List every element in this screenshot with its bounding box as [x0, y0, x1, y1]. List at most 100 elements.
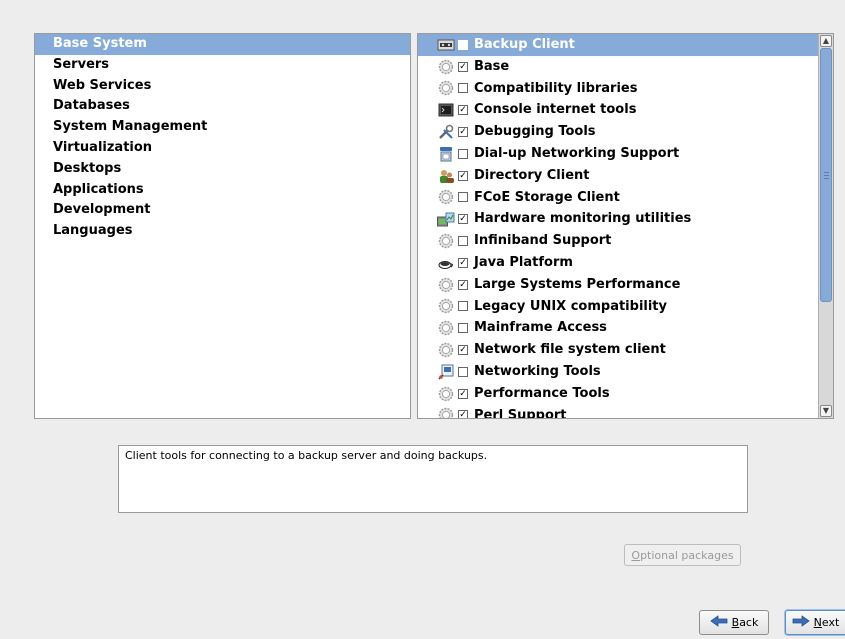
- group-checkbox[interactable]: [458, 366, 468, 377]
- arrow-left-icon: [709, 615, 728, 630]
- category-item[interactable]: System Management: [35, 117, 410, 138]
- group-row[interactable]: ✓ Java Platform: [418, 252, 818, 274]
- package-group-list[interactable]: Backup Client ✓ Base Compatibility librarie…: [417, 33, 834, 419]
- category-item[interactable]: Virtualization: [35, 138, 410, 159]
- group-label: Large Systems Performance: [474, 276, 681, 292]
- group-row[interactable]: ✓ Hardware monitoring utilities: [418, 208, 818, 230]
- group-row[interactable]: ✓ Perl Support: [418, 405, 818, 419]
- group-row[interactable]: FCoE Storage Client: [418, 187, 818, 209]
- next-label: ext: [821, 616, 840, 629]
- group-checkbox[interactable]: ✓: [458, 170, 468, 181]
- group-label: Hardware monitoring utilities: [474, 211, 692, 227]
- group-description: Client tools for connecting to a backup …: [118, 445, 748, 513]
- tools-icon: [437, 124, 455, 140]
- category-list[interactable]: Base System Servers Web Services Databases S…: [34, 33, 411, 419]
- gear-icon: [437, 386, 455, 402]
- category-item[interactable]: Base System: [35, 34, 410, 55]
- group-row[interactable]: ✓ Base: [418, 56, 818, 78]
- vertical-scrollbar[interactable]: ▲ ▼: [818, 34, 833, 418]
- gear-icon: [437, 320, 455, 336]
- group-checkbox[interactable]: [458, 301, 468, 312]
- group-row[interactable]: Mainframe Access: [418, 317, 818, 339]
- group-row[interactable]: Dial-up Networking Support: [418, 143, 818, 165]
- group-label: Mainframe Access: [474, 320, 607, 336]
- group-checkbox[interactable]: ✓: [458, 214, 468, 225]
- gear-icon: [437, 189, 455, 205]
- category-item[interactable]: Desktops: [35, 159, 410, 180]
- optional-packages-accel: O: [631, 548, 641, 562]
- category-item[interactable]: Databases: [35, 96, 410, 117]
- back-label: ack: [739, 616, 759, 629]
- group-row[interactable]: Backup Client: [418, 34, 818, 56]
- group-checkbox[interactable]: [458, 39, 468, 50]
- category-item[interactable]: Web Services: [35, 76, 410, 97]
- terminal-icon: [437, 102, 455, 118]
- group-checkbox[interactable]: [458, 83, 468, 94]
- back-accel: B: [731, 616, 740, 629]
- group-label: FCoE Storage Client: [474, 189, 620, 205]
- group-label: Console internet tools: [474, 102, 637, 118]
- category-item[interactable]: Languages: [35, 221, 410, 242]
- optional-packages-button[interactable]: Optional packages: [624, 544, 741, 566]
- gear-icon: [437, 298, 455, 314]
- next-accel: N: [813, 616, 822, 629]
- arrow-right-icon: [792, 615, 810, 630]
- phone-icon: [437, 146, 455, 162]
- group-label: Legacy UNIX compatibility: [474, 298, 668, 314]
- group-row[interactable]: ✓ Performance Tools: [418, 383, 818, 405]
- group-checkbox[interactable]: ✓: [458, 410, 468, 418]
- group-label: Compatibility libraries: [474, 80, 638, 96]
- group-checkbox[interactable]: ✓: [458, 279, 468, 290]
- backup-icon: [437, 37, 455, 53]
- group-row[interactable]: ✓ Directory Client: [418, 165, 818, 187]
- back-button[interactable]: Back: [699, 610, 769, 635]
- description-text: Client tools for connecting to a backup …: [125, 449, 488, 462]
- group-label: Backup Client: [474, 37, 575, 52]
- group-checkbox[interactable]: ✓: [458, 257, 468, 268]
- group-checkbox[interactable]: [458, 148, 468, 159]
- java-cup-icon: [437, 255, 455, 271]
- group-row[interactable]: Legacy UNIX compatibility: [418, 296, 818, 318]
- network-icon: [437, 364, 455, 380]
- group-label: Base: [474, 58, 510, 74]
- group-checkbox[interactable]: [458, 236, 468, 247]
- group-label: Performance Tools: [474, 385, 610, 401]
- group-checkbox[interactable]: ✓: [458, 388, 468, 399]
- group-label: Java Platform: [474, 254, 573, 270]
- scroll-up-button[interactable]: ▲: [820, 35, 832, 47]
- users-icon: [437, 168, 455, 184]
- optional-packages-label: ptional packages: [640, 548, 734, 562]
- group-row[interactable]: ✓ Debugging Tools: [418, 121, 818, 143]
- group-label: Network file system client: [474, 342, 666, 358]
- group-label: Perl Support: [474, 407, 567, 419]
- gear-icon: [437, 277, 455, 293]
- group-row[interactable]: Networking Tools: [418, 361, 818, 383]
- group-row[interactable]: Infiniband Support: [418, 230, 818, 252]
- gear-icon: [437, 407, 455, 418]
- group-checkbox[interactable]: ✓: [458, 345, 468, 356]
- category-item[interactable]: Applications: [35, 180, 410, 201]
- gear-icon: [437, 342, 455, 358]
- group-row[interactable]: ✓ Large Systems Performance: [418, 274, 818, 296]
- group-label: Directory Client: [474, 167, 590, 183]
- group-row[interactable]: ✓ Network file system client: [418, 339, 818, 361]
- group-label: Dial-up Networking Support: [474, 145, 680, 161]
- group-checkbox[interactable]: ✓: [458, 61, 468, 72]
- group-label: Networking Tools: [474, 363, 601, 379]
- category-item[interactable]: Servers: [35, 55, 410, 76]
- scroll-down-button[interactable]: ▼: [820, 405, 832, 417]
- group-checkbox[interactable]: [458, 323, 468, 334]
- group-checkbox[interactable]: ✓: [458, 127, 468, 138]
- group-row[interactable]: ✓ Console internet tools: [418, 99, 818, 121]
- gear-icon: [437, 80, 455, 96]
- group-label: Debugging Tools: [474, 124, 596, 140]
- hardware-monitor-icon: [437, 211, 455, 227]
- category-item[interactable]: Development: [35, 200, 410, 221]
- group-label: Infiniband Support: [474, 233, 612, 249]
- next-button[interactable]: Next: [785, 610, 845, 635]
- scrollbar-thumb[interactable]: [820, 48, 832, 302]
- group-checkbox[interactable]: [458, 192, 468, 203]
- group-checkbox[interactable]: ✓: [458, 105, 468, 116]
- group-row[interactable]: Compatibility libraries: [418, 78, 818, 100]
- gear-icon: [437, 233, 455, 249]
